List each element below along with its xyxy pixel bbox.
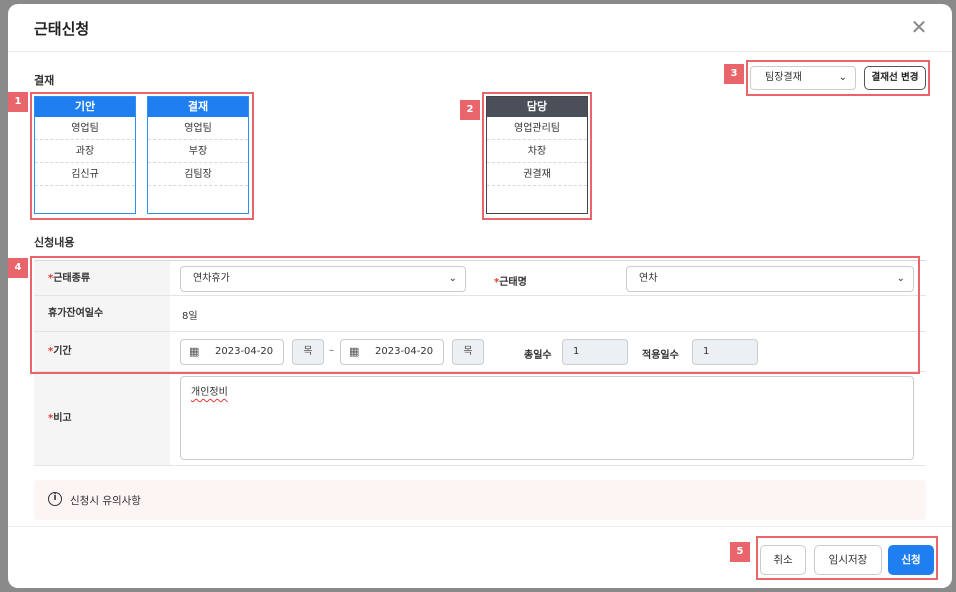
modal-title: 근태신청 [34,20,90,38]
remark-textarea[interactable]: 개인정비 [180,376,914,460]
marker-number-5: 5 [730,542,750,562]
marker-box-1 [30,92,254,220]
marker-number-3: 3 [724,64,744,84]
close-icon[interactable]: ✕ [906,14,932,40]
marker-number-2: 2 [460,100,480,120]
remark-label: *비고 [34,372,170,465]
marker-box-4 [30,256,920,374]
marker-box-2 [482,92,592,220]
request-section-label: 신청내용 [34,236,75,249]
info-icon: i [48,492,62,506]
marker-number-1: 1 [8,92,28,112]
notice-text: 신청시 유의사항 [70,495,141,507]
marker-box-5 [756,536,938,580]
remark-row: *비고 개인정비 [34,372,926,466]
modal-header: 근태신청 ✕ [8,4,952,52]
marker-number-4: 4 [8,258,28,278]
notice-banner[interactable]: i 신청시 유의사항 [34,480,926,520]
approval-section-label: 결재 [34,74,55,87]
marker-box-3 [746,60,930,96]
